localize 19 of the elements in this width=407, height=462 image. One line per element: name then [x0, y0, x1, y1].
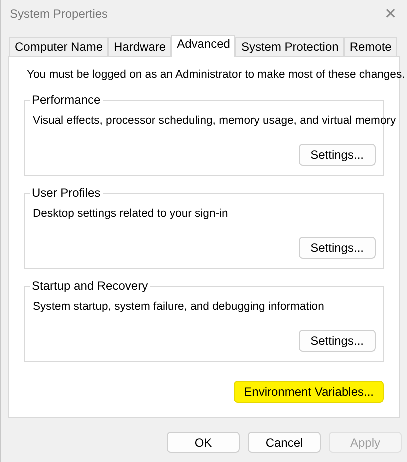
- group-description: System startup, system failure, and debugging information: [33, 301, 324, 313]
- window-title: System Properties: [10, 7, 108, 21]
- tab[interactable]: Hardware: [108, 37, 172, 56]
- settings-button[interactable]: Settings...: [298, 330, 376, 352]
- tab[interactable]: Remote: [344, 37, 397, 56]
- administrator-notice: You must be logged on as an Administrator to make most of these changes.: [27, 69, 406, 81]
- tab[interactable]: System Protection: [235, 37, 344, 56]
- settings-button[interactable]: Settings...: [298, 237, 376, 259]
- group-title: Startup and Recovery: [30, 279, 150, 293]
- group-title: Performance: [30, 93, 103, 107]
- dialog-button[interactable]: OK: [167, 432, 240, 453]
- settings-button[interactable]: Settings...: [298, 144, 376, 166]
- group-title: User Profiles: [30, 186, 103, 200]
- dialog-button[interactable]: Cancel: [248, 432, 321, 453]
- environment-variables-button[interactable]: Environment Variables...: [234, 381, 384, 403]
- tab[interactable]: Advanced: [171, 35, 236, 57]
- group-description: Visual effects, processor scheduling, memory usage, and virtual memory: [33, 115, 396, 127]
- tab[interactable]: Computer Name: [9, 37, 108, 56]
- group-description: Desktop settings related to your sign-in: [33, 208, 228, 220]
